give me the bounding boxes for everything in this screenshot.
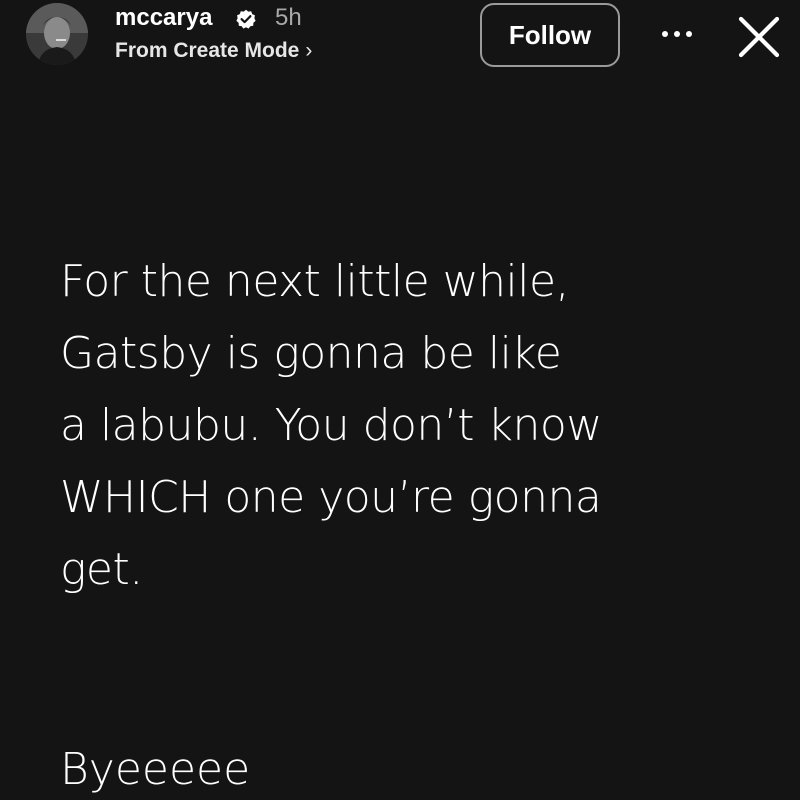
post-text-line: WHICH one you’re gonna (60, 472, 602, 523)
follow-button[interactable]: Follow (480, 3, 620, 67)
username[interactable]: mccarya (115, 4, 212, 32)
avatar[interactable] (26, 3, 88, 65)
profile-avatar-icon (26, 3, 88, 65)
post-timestamp: 5h (275, 4, 302, 31)
post-text-line: get. (60, 544, 143, 595)
create-mode-label: From Create Mode (115, 39, 300, 62)
more-options-button[interactable] (652, 14, 702, 54)
create-mode-link[interactable]: From Create Mode › (115, 38, 312, 64)
story-header: mccarya 5h From Create Mode › Follow (0, 0, 800, 80)
post-text-line: a labubu. You don’t know (60, 400, 602, 451)
post-text-line: Gatsby is gonna be like (60, 328, 562, 379)
post-signoff-text: Byeeeee (60, 744, 251, 795)
close-icon (738, 16, 780, 58)
post-body-text: For the next little while, Gatsby is gon… (60, 246, 780, 606)
close-button[interactable] (736, 14, 782, 60)
verified-badge-icon (236, 9, 256, 29)
more-options-icon (662, 31, 692, 37)
post-text-line: For the next little while, (60, 256, 570, 307)
chevron-right-icon: › (305, 39, 313, 62)
